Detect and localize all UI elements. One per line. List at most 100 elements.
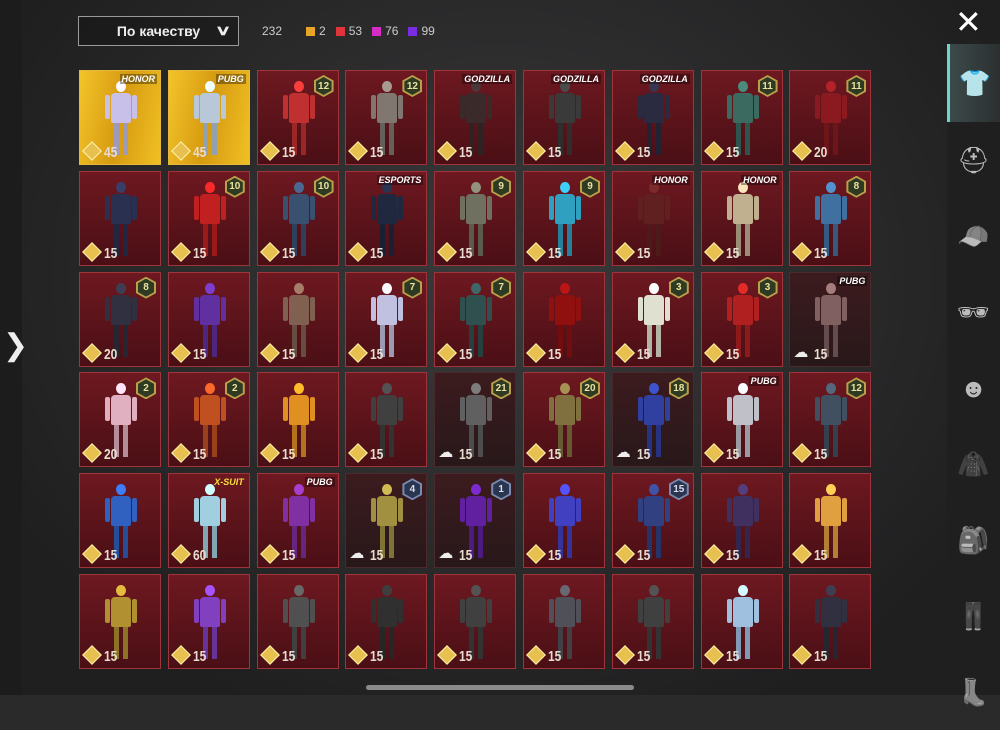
level-badge: 2 — [224, 377, 245, 400]
outfit-item[interactable]: 15 — [256, 573, 339, 669]
gold-currency-icon — [348, 141, 369, 161]
item-value: 15 — [636, 647, 651, 665]
outfit-item[interactable]: 15 — [789, 473, 872, 569]
sidebar-item-backpack[interactable]: 🎒 — [947, 502, 1000, 578]
outfit-item[interactable]: PUBG 45 — [167, 70, 250, 165]
outfit-item[interactable]: 3 15 — [611, 271, 694, 367]
outfit-item[interactable]: GODZILLA 15 — [434, 70, 517, 165]
outfit-item[interactable]: 15 — [434, 573, 517, 669]
sidebar-item-jacket[interactable]: 🧥 — [947, 426, 1000, 502]
outfit-item[interactable]: GODZILLA 15 — [522, 70, 605, 165]
outfit-item[interactable]: 15 — [167, 271, 250, 367]
outfit-item[interactable]: 1 ☁ 15 — [434, 473, 517, 569]
sidebar-item-hat[interactable]: 🧢 — [947, 198, 1000, 274]
expand-panel-chevron-icon[interactable]: ❯ — [3, 328, 28, 363]
item-value: 15 — [104, 647, 118, 665]
level-badge-value: 7 — [493, 278, 510, 297]
level-badge: 8 — [136, 276, 156, 299]
outfit-item[interactable]: 10 15 — [167, 170, 250, 266]
close-icon[interactable]: ✕ — [955, 6, 982, 38]
outfit-item[interactable]: ESPORTS 15 — [345, 170, 428, 266]
outfit-item[interactable]: 21 ☁ 15 — [434, 372, 517, 468]
quality-color-swatch — [372, 26, 382, 36]
level-badge: 20 — [579, 377, 600, 400]
level-badge-value: 2 — [226, 379, 243, 398]
helmet-icon: ⛑ — [956, 144, 990, 175]
sidebar-item-mask[interactable]: ☻ — [947, 350, 1000, 426]
level-badge-value: 15 — [670, 480, 687, 499]
level-badge: 4 — [402, 478, 423, 501]
level-badge: 7 — [491, 276, 512, 299]
outfit-item[interactable]: HONOR 15 — [611, 170, 694, 266]
outfit-item[interactable]: HONOR 15 — [700, 170, 783, 266]
gold-currency-icon — [259, 443, 280, 464]
sidebar-item-pants[interactable]: 👖 — [947, 578, 1000, 654]
item-value: 15 — [459, 446, 473, 464]
level-badge-value: 12 — [404, 77, 421, 95]
gold-currency-icon — [348, 342, 369, 363]
sidebar-item-shoes[interactable]: 👢 — [947, 654, 1000, 730]
outfit-item[interactable]: 20 15 — [522, 372, 605, 468]
outfit-item[interactable]: PUBG 15 — [700, 372, 783, 468]
outfit-item[interactable]: 11 20 — [789, 70, 872, 165]
outfit-item[interactable]: 12 15 — [256, 70, 339, 165]
outfit-item[interactable]: 15 — [345, 372, 428, 468]
outfit-item[interactable]: 7 15 — [345, 271, 428, 367]
outfit-item[interactable]: 15 — [789, 573, 872, 669]
outfit-item[interactable]: 4 ☁ 15 — [345, 473, 428, 569]
outfit-item[interactable]: 11 15 — [700, 70, 783, 165]
outfit-item[interactable]: 15 — [256, 372, 339, 468]
outfit-item[interactable]: 15 15 — [611, 473, 694, 569]
outfit-item[interactable]: 15 — [79, 573, 161, 669]
outfit-item[interactable]: 2 20 — [79, 372, 161, 468]
sidebar-item-outfits[interactable]: 👕 — [947, 44, 1000, 122]
chevron-down-icon: ∨ — [214, 22, 232, 38]
outfit-item[interactable]: 12 15 — [789, 372, 872, 468]
outfits-icon: 👕 — [958, 67, 992, 98]
outfit-item[interactable]: 7 15 — [434, 271, 517, 367]
outfit-item[interactable]: 9 15 — [522, 170, 605, 266]
outfit-item[interactable]: 10 15 — [256, 170, 339, 266]
level-badge: 2 — [136, 377, 156, 400]
outfit-item[interactable]: 12 15 — [345, 70, 428, 165]
outfit-item[interactable]: 15 — [700, 573, 783, 669]
item-value: 15 — [725, 547, 739, 565]
outfit-item[interactable]: PUBG 15 — [256, 473, 339, 569]
jacket-icon: 🧥 — [957, 448, 990, 479]
item-value: 15 — [547, 547, 562, 565]
item-value: 15 — [814, 647, 828, 665]
outfit-item[interactable]: 9 15 — [434, 170, 517, 266]
outfit-item[interactable]: 15 — [256, 271, 339, 367]
outfit-item[interactable]: HONOR 45 — [79, 70, 161, 165]
outfit-item[interactable]: 15 — [522, 473, 605, 569]
outfit-item[interactable]: 8 20 — [79, 271, 161, 367]
cloud-currency-icon: ☁ — [793, 343, 809, 361]
outfit-item[interactable]: 15 — [700, 473, 783, 569]
brand-logo: PUBG — [837, 275, 868, 286]
quality-count-value: 2 — [319, 24, 326, 38]
gold-currency-icon — [614, 645, 635, 665]
outfit-item[interactable]: 15 — [522, 573, 605, 669]
outfit-item[interactable]: 3 15 — [700, 271, 783, 367]
outfit-item[interactable]: PUBG ☁ 15 — [789, 271, 872, 367]
gold-currency-icon — [170, 443, 191, 464]
outfit-item[interactable]: 18 ☁ 15 — [611, 372, 694, 468]
outfit-item[interactable]: 15 — [167, 573, 250, 669]
outfit-item[interactable]: 15 — [79, 473, 161, 569]
item-value: 15 — [104, 244, 118, 262]
outfit-item[interactable]: GODZILLA 15 — [611, 70, 694, 165]
outfit-item[interactable]: 15 — [345, 573, 428, 669]
sort-dropdown[interactable]: По качеству ∨ — [78, 16, 239, 46]
outfit-item[interactable]: 15 — [522, 271, 605, 367]
sidebar-item-helmet[interactable]: ⛑ — [947, 122, 1000, 198]
level-badge: 9 — [579, 175, 600, 198]
sidebar-item-glasses[interactable]: 🕶 — [947, 274, 1000, 350]
outfit-item[interactable]: 15 — [79, 170, 161, 266]
outfit-item[interactable]: X-SUIT 60 — [167, 473, 250, 569]
gold-currency-icon — [82, 544, 102, 565]
outfit-item[interactable]: 15 — [611, 573, 694, 669]
outfit-item[interactable]: 8 15 — [789, 170, 872, 266]
level-badge-value: 8 — [848, 177, 865, 196]
level-badge-value: 3 — [759, 278, 776, 297]
outfit-item[interactable]: 2 15 — [167, 372, 250, 468]
